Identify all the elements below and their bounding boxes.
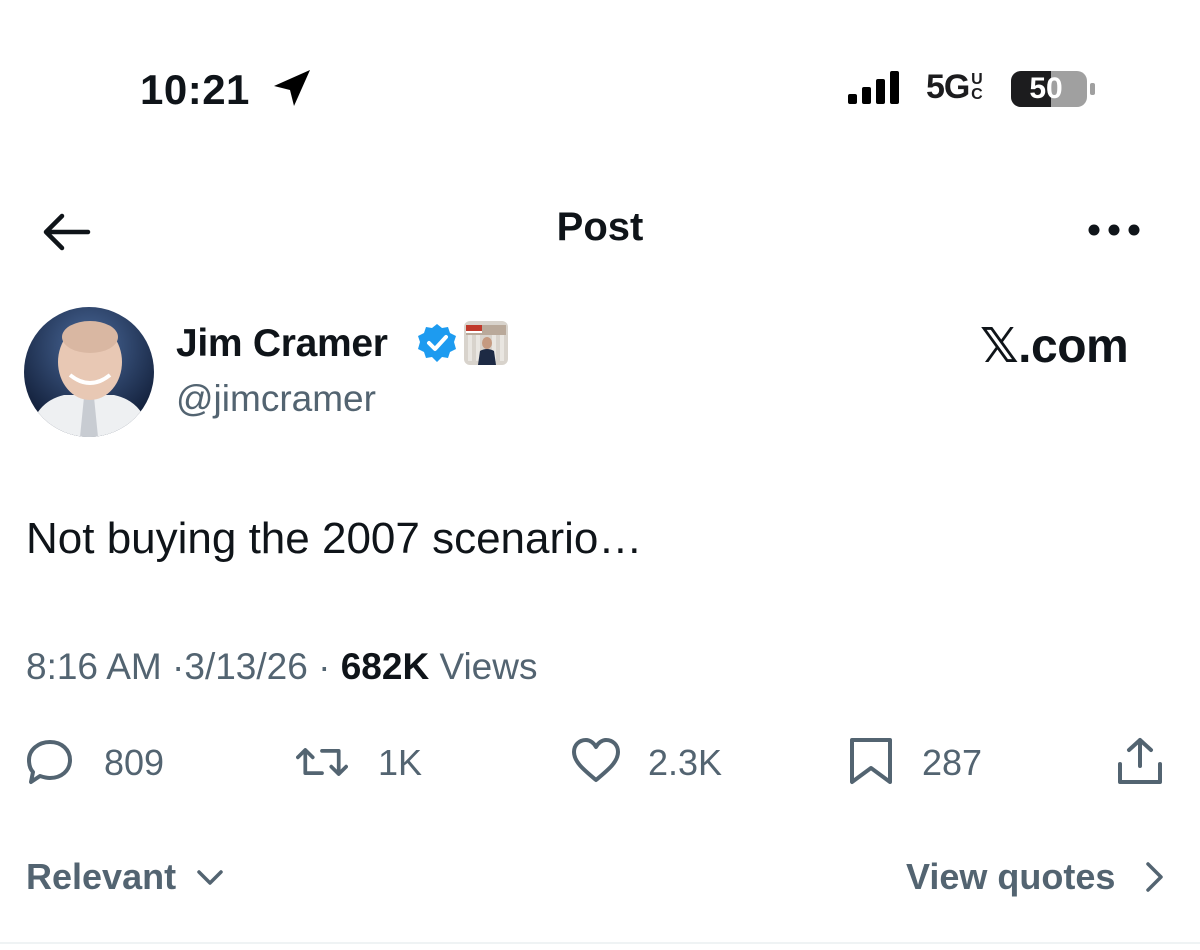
post-text: Not buying the 2007 scenario…	[26, 514, 643, 563]
location-arrow-icon	[274, 70, 310, 106]
share-icon[interactable]	[1114, 736, 1166, 788]
repost-count: 1K	[378, 742, 423, 783]
status-time: 10:21	[140, 66, 250, 113]
author-name[interactable]: Jim Cramer	[176, 322, 388, 366]
post-date[interactable]: 3/13/26	[184, 646, 307, 687]
views-count: 682K	[340, 646, 430, 687]
network-type: 5G UC	[926, 68, 983, 106]
divider	[0, 942, 1200, 944]
page-title: Post	[556, 205, 644, 249]
avatar[interactable]	[24, 307, 154, 437]
author-handle[interactable]: @jimcramer	[176, 378, 376, 420]
bookmark-icon[interactable]	[846, 736, 898, 788]
verified-badge-icon	[418, 324, 456, 362]
meta-separator: ·	[172, 646, 185, 687]
post-time[interactable]: 8:16 AM	[26, 646, 162, 687]
more-horizontal-icon[interactable]	[1084, 218, 1144, 242]
meta-separator: ·	[318, 646, 331, 687]
post-meta: 8:16 AM ·3/13/26 · 682K Views	[26, 646, 537, 688]
brand-watermark: 𝕏.com	[980, 320, 1129, 373]
reply-count: 809	[104, 742, 165, 783]
reply-icon[interactable]	[24, 736, 76, 788]
cellular-signal-icon	[848, 71, 899, 104]
battery-level: 50	[1029, 72, 1063, 105]
views-label: Views	[439, 646, 538, 687]
chevron-down-icon[interactable]	[195, 866, 225, 890]
chevron-right-icon[interactable]	[1142, 860, 1168, 894]
heart-icon[interactable]	[570, 736, 622, 788]
bookmark-count: 287	[922, 742, 983, 783]
sort-dropdown[interactable]: Relevant	[26, 856, 176, 898]
like-count: 2.3K	[648, 742, 723, 783]
view-quotes-link[interactable]: View quotes	[906, 856, 1115, 898]
affiliation-badge-icon[interactable]	[464, 321, 508, 365]
repost-icon[interactable]	[296, 736, 348, 788]
network-suffix: UC	[971, 71, 983, 103]
